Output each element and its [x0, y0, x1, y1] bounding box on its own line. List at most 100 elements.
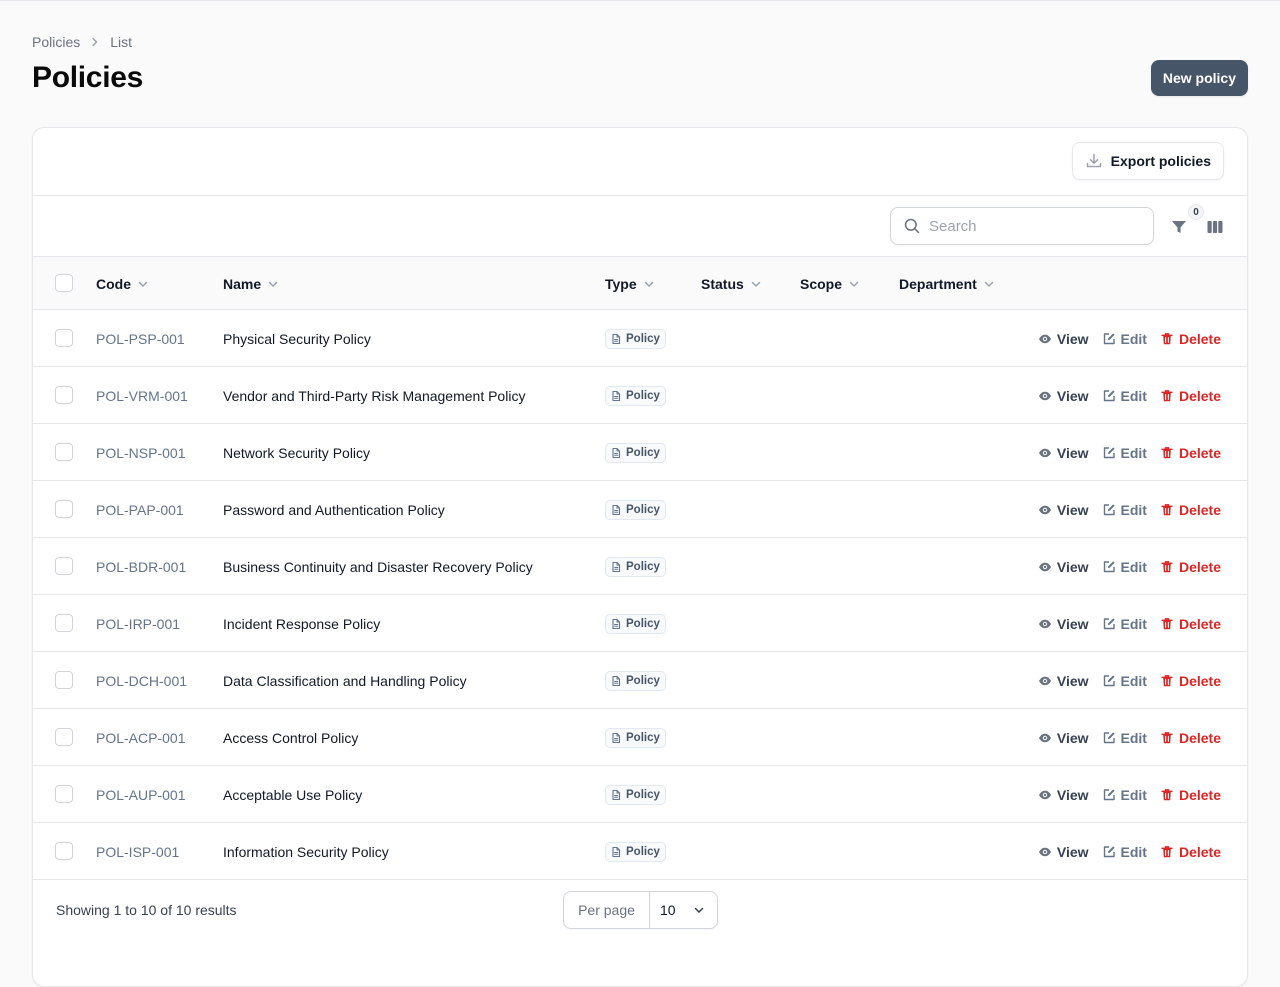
edit-action[interactable]: Edit	[1102, 844, 1147, 860]
edit-icon	[1102, 446, 1116, 460]
delete-action[interactable]: Delete	[1160, 616, 1221, 632]
per-page-select[interactable]: Per page 10	[563, 891, 718, 929]
per-page-dropdown[interactable]: 10	[650, 892, 717, 928]
row-checkbox[interactable]	[55, 671, 73, 689]
type-cell: Policy	[605, 557, 666, 578]
policy-code[interactable]: POL-NSP-001	[96, 424, 185, 481]
trash-icon	[1160, 503, 1174, 517]
delete-action[interactable]: Delete	[1160, 502, 1221, 518]
policy-code[interactable]: POL-PAP-001	[96, 481, 184, 538]
eye-icon	[1038, 674, 1052, 688]
column-header-code[interactable]: Code	[96, 257, 149, 310]
breadcrumb-root[interactable]: Policies	[32, 34, 80, 50]
row-checkbox[interactable]	[55, 329, 73, 347]
edit-label: Edit	[1120, 387, 1147, 404]
row-checkbox[interactable]	[55, 500, 73, 518]
row-checkbox[interactable]	[55, 728, 73, 746]
select-all-checkbox[interactable]	[55, 274, 73, 292]
view-action[interactable]: View	[1038, 844, 1089, 860]
document-icon	[610, 618, 622, 630]
edit-action[interactable]: Edit	[1102, 388, 1147, 404]
policy-code[interactable]: POL-BDR-001	[96, 538, 186, 595]
delete-label: Delete	[1178, 843, 1221, 860]
edit-action[interactable]: Edit	[1102, 502, 1147, 518]
breadcrumb-current: List	[110, 34, 133, 50]
delete-action[interactable]: Delete	[1160, 445, 1221, 461]
edit-action[interactable]: Edit	[1102, 787, 1147, 803]
type-label: Policy	[626, 732, 660, 744]
column-header-scope[interactable]: Scope	[800, 257, 860, 310]
view-action[interactable]: View	[1038, 787, 1089, 803]
edit-label: Edit	[1120, 843, 1147, 860]
search-input[interactable]	[929, 217, 1139, 235]
breadcrumb: Policies List	[32, 32, 132, 52]
chevron-down-icon	[137, 278, 149, 290]
delete-action[interactable]: Delete	[1160, 787, 1221, 803]
column-header-status[interactable]: Status	[701, 257, 762, 310]
policy-code[interactable]: POL-PSP-001	[96, 310, 185, 367]
column-header-type[interactable]: Type	[605, 257, 655, 310]
type-badge: Policy	[605, 557, 666, 577]
row-checkbox[interactable]	[55, 557, 73, 575]
edit-label: Edit	[1120, 501, 1147, 518]
new-policy-button[interactable]: New policy	[1150, 60, 1248, 96]
search-box[interactable]	[890, 207, 1154, 245]
delete-action[interactable]: Delete	[1160, 673, 1221, 689]
table-body: POL-PSP-001 Physical Security Policy Pol…	[33, 310, 1247, 880]
policy-code[interactable]: POL-VRM-001	[96, 367, 188, 424]
column-header-department[interactable]: Department	[899, 257, 995, 310]
policy-code[interactable]: POL-ACP-001	[96, 709, 185, 766]
view-action[interactable]: View	[1038, 616, 1089, 632]
row-checkbox[interactable]	[55, 386, 73, 404]
row-checkbox[interactable]	[55, 842, 73, 860]
edit-action[interactable]: Edit	[1102, 730, 1147, 746]
view-label: View	[1056, 330, 1089, 347]
delete-action[interactable]: Delete	[1160, 730, 1221, 746]
policy-name: Acceptable Use Policy	[223, 786, 363, 803]
row-checkbox[interactable]	[55, 785, 73, 803]
edit-action[interactable]: Edit	[1102, 331, 1147, 347]
document-icon	[610, 789, 622, 801]
table-row: POL-VRM-001 Vendor and Third-Party Risk …	[33, 367, 1247, 424]
type-badge: Policy	[605, 842, 666, 862]
row-checkbox[interactable]	[55, 614, 73, 632]
row-actions: View Edit Delete	[1038, 367, 1221, 424]
view-action[interactable]: View	[1038, 559, 1089, 575]
row-checkbox[interactable]	[55, 443, 73, 461]
edit-action[interactable]: Edit	[1102, 559, 1147, 575]
delete-action[interactable]: Delete	[1160, 844, 1221, 860]
toggle-columns-button[interactable]	[1204, 216, 1226, 238]
column-header-name[interactable]: Name	[223, 257, 279, 310]
edit-icon	[1102, 788, 1116, 802]
view-action[interactable]: View	[1038, 730, 1089, 746]
type-label: Policy	[626, 789, 660, 801]
trash-icon	[1160, 560, 1174, 574]
type-label: Policy	[626, 618, 660, 630]
download-icon	[1085, 152, 1103, 170]
policy-code[interactable]: POL-ISP-001	[96, 823, 179, 880]
delete-label: Delete	[1178, 444, 1221, 461]
policy-code[interactable]: POL-DCH-001	[96, 652, 187, 709]
document-icon	[610, 504, 622, 516]
export-policies-button[interactable]: Export policies	[1071, 142, 1224, 180]
filter-count-badge: 0	[1188, 204, 1204, 220]
edit-action[interactable]: Edit	[1102, 673, 1147, 689]
trash-icon	[1160, 731, 1174, 745]
filter-button[interactable]	[1168, 216, 1190, 238]
column-label: Code	[96, 275, 131, 292]
view-action[interactable]: View	[1038, 502, 1089, 518]
delete-action[interactable]: Delete	[1160, 559, 1221, 575]
chevron-down-icon	[983, 278, 995, 290]
policy-code[interactable]: POL-IRP-001	[96, 595, 180, 652]
view-action[interactable]: View	[1038, 331, 1089, 347]
view-action[interactable]: View	[1038, 388, 1089, 404]
delete-action[interactable]: Delete	[1160, 331, 1221, 347]
policy-code[interactable]: POL-AUP-001	[96, 766, 185, 823]
view-action[interactable]: View	[1038, 445, 1089, 461]
edit-action[interactable]: Edit	[1102, 445, 1147, 461]
type-label: Policy	[626, 561, 660, 573]
delete-action[interactable]: Delete	[1160, 388, 1221, 404]
view-action[interactable]: View	[1038, 673, 1089, 689]
policy-name: Access Control Policy	[223, 729, 359, 746]
edit-action[interactable]: Edit	[1102, 616, 1147, 632]
